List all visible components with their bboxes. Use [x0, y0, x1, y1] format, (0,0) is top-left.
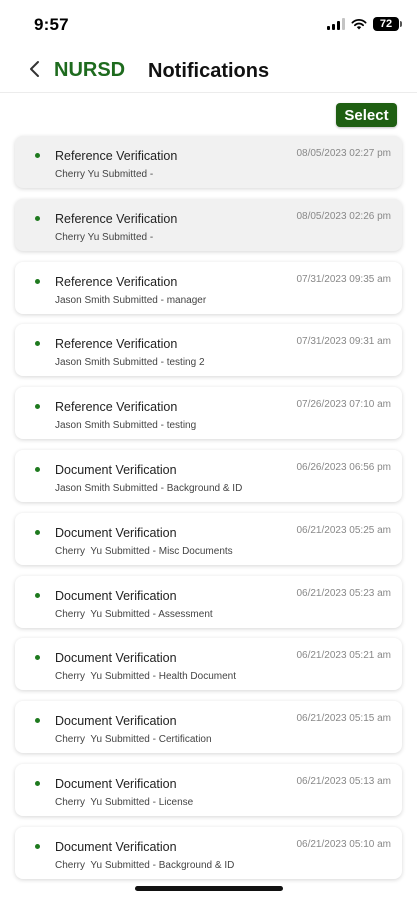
notification-subtitle: Cherry Yu Submitted -	[55, 231, 154, 243]
notification-title: Reference Verification	[55, 149, 178, 163]
notification-subtitle: Jason Smith Submitted - testing	[55, 420, 197, 432]
notification-title: Document Verification	[55, 525, 177, 540]
notification-card[interactable]: Document Verification Cherry Yu Submitted…	[15, 512, 402, 565]
notification-subtitle: Cherry Yu Submitted - License	[55, 796, 194, 808]
notification-title: Reference Verification	[55, 337, 178, 352]
unread-dot-icon	[35, 843, 40, 849]
notification-subtitle: Jason Smith Submitted - manager	[55, 294, 207, 306]
notification-timestamp: 06/21/2023 05:10 am	[296, 838, 391, 850]
notification-card[interactable]: Reference Verification Jason Smith Submit…	[15, 387, 402, 440]
notification-timestamp: 07/26/2023 07:10 am	[296, 399, 391, 411]
unread-dot-icon	[35, 215, 40, 221]
notification-timestamp: 06/21/2023 05:25 am	[296, 524, 391, 536]
notification-timestamp: 06/21/2023 05:23 am	[296, 587, 391, 599]
notification-title: Document Verification	[55, 462, 177, 477]
notification-title: Reference Verification	[55, 211, 178, 226]
notification-subtitle: Jason Smith Submitted - testing 2	[55, 357, 205, 369]
notification-timestamp: 07/31/2023 09:35 am	[296, 273, 391, 285]
unread-dot-icon	[35, 529, 40, 535]
unread-dot-icon	[35, 153, 40, 158]
nav-bar: NURSD Notifications	[0, 50, 417, 93]
notification-subtitle: Cherry Yu Submitted - Health Document	[55, 671, 237, 683]
notification-card[interactable]: Reference Verification Jason Smith Submit…	[15, 324, 402, 377]
unread-dot-icon	[35, 466, 40, 472]
battery-icon: 72	[373, 17, 402, 31]
notification-timestamp: 08/05/2023 02:27 pm	[296, 148, 391, 159]
notification-card[interactable]: Document Verification Cherry Yu Submitted…	[15, 826, 402, 879]
notification-timestamp: 08/05/2023 02:26 pm	[296, 210, 391, 222]
notification-card[interactable]: Reference Verification Jason Smith Submit…	[15, 261, 402, 314]
notification-title: Reference Verification	[55, 274, 178, 289]
status-icons: 72	[327, 17, 402, 31]
notification-card[interactable]: Reference Verification Cherry Yu Submitte…	[15, 136, 402, 188]
notification-subtitle: Cherry Yu Submitted - Background & ID	[55, 859, 235, 871]
select-button[interactable]: Select	[336, 103, 397, 127]
notification-subtitle: Cherry Yu Submitted - Assessment	[55, 608, 213, 620]
notification-subtitle: Jason Smith Submitted - Background & ID	[55, 482, 243, 494]
notification-card[interactable]: Document Verification Jason Smith Submitt…	[15, 449, 402, 502]
notification-timestamp: 07/31/2023 09:31 am	[296, 336, 391, 348]
unread-dot-icon	[35, 404, 40, 410]
chevron-left-icon[interactable]	[25, 58, 47, 80]
notification-title: Document Verification	[55, 651, 177, 666]
notification-card[interactable]: Document Verification Cherry Yu Submitted…	[15, 701, 402, 754]
notification-title: Document Verification	[55, 776, 177, 791]
notification-title: Document Verification	[55, 714, 177, 729]
notification-title: Reference Verification	[55, 400, 178, 415]
page-title: Notifications	[148, 60, 270, 82]
notification-card[interactable]: Reference Verification Cherry Yu Submitte…	[15, 198, 402, 251]
unread-dot-icon	[35, 341, 40, 347]
unread-dot-icon	[35, 592, 40, 598]
unread-dot-icon	[35, 655, 40, 661]
notification-subtitle: Cherry Yu Submitted -	[55, 169, 154, 180]
brand-logo-text: NURSD	[54, 59, 126, 81]
notification-timestamp: 06/21/2023 05:13 am	[296, 775, 391, 787]
notification-title: Document Verification	[55, 588, 177, 603]
notification-subtitle: Cherry Yu Submitted - Misc Documents	[55, 545, 233, 557]
notification-timestamp: 06/26/2023 06:56 pm	[296, 461, 391, 473]
home-indicator	[135, 886, 283, 891]
unread-dot-icon	[35, 278, 40, 284]
status-time: 9:57	[34, 15, 69, 34]
notification-title: Document Verification	[55, 839, 177, 854]
unread-dot-icon	[35, 780, 40, 786]
notification-card[interactable]: Document Verification Cherry Yu Submitted…	[15, 763, 402, 816]
cellular-signal-icon	[327, 18, 345, 30]
notification-subtitle: Cherry Yu Submitted - Certification	[55, 734, 212, 746]
notification-timestamp: 06/21/2023 05:21 am	[296, 650, 391, 662]
notification-list: Reference Verification Cherry Yu Submitte…	[15, 136, 402, 890]
notification-timestamp: 06/21/2023 05:15 am	[296, 713, 391, 725]
unread-dot-icon	[35, 718, 40, 724]
notification-card[interactable]: Document Verification Cherry Yu Submitted…	[15, 638, 402, 691]
notification-card[interactable]: Document Verification Cherry Yu Submitted…	[15, 575, 402, 628]
wifi-icon	[351, 18, 367, 30]
status-bar: 9:57 72	[0, 0, 417, 50]
